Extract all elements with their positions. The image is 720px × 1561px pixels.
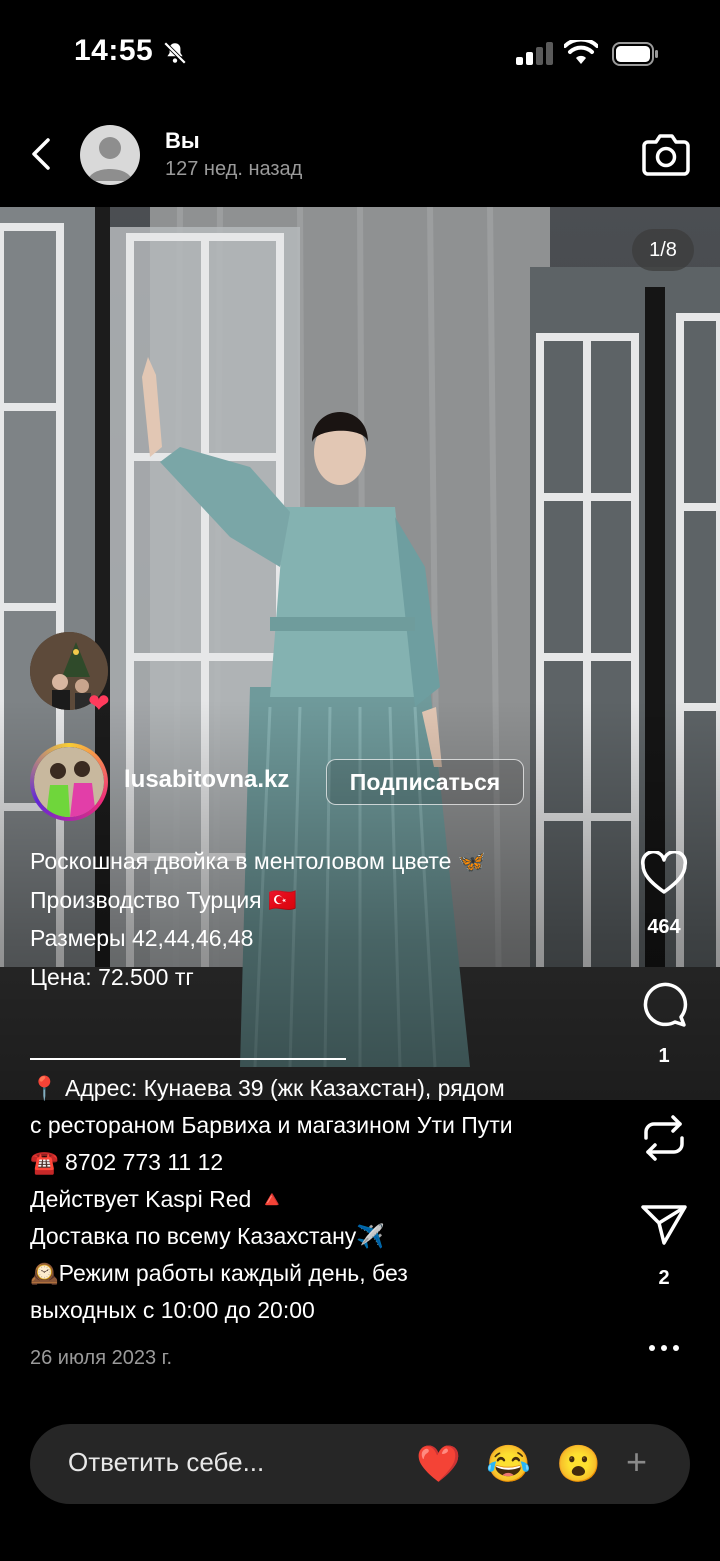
quick-reaction-heart[interactable]: ❤️ bbox=[416, 1442, 461, 1486]
more-options-icon[interactable] bbox=[640, 1340, 688, 1356]
follow-button[interactable]: Подписаться bbox=[326, 759, 524, 805]
wifi-icon bbox=[564, 40, 598, 64]
comment-bubble-icon[interactable] bbox=[640, 981, 688, 1029]
likes-count: 464 bbox=[647, 916, 681, 938]
caption-details: 📍 Адрес: Кунаева 39 (жк Казахстан), рядо… bbox=[30, 1070, 630, 1329]
author-avatar-image bbox=[34, 747, 104, 817]
quick-reaction-wow[interactable]: 😮 bbox=[556, 1442, 601, 1486]
send-share-icon[interactable] bbox=[640, 1203, 688, 1247]
like-heart-icon[interactable] bbox=[640, 851, 688, 895]
caption-line: Размеры 42,44,46,48 bbox=[30, 925, 254, 951]
caption-divider bbox=[30, 1058, 346, 1060]
story-owner-name: Вы bbox=[165, 128, 200, 153]
caption-block: Роскошная двойка в ментоловом цвете 🦋 Пр… bbox=[30, 842, 620, 996]
caption-line: 🕰️Режим работы каждый день, без bbox=[30, 1260, 408, 1286]
caption-line: Действует Kaspi Red 🔺 bbox=[30, 1186, 287, 1212]
story-timestamp: 127 нед. назад bbox=[165, 158, 303, 180]
repost-icon[interactable] bbox=[640, 1112, 688, 1164]
avatar[interactable] bbox=[80, 125, 140, 185]
bell-muted-icon bbox=[163, 41, 187, 65]
post-date: 26 июля 2023 г. bbox=[30, 1347, 173, 1369]
caption-line: Доставка по всему Казахстану✈️ bbox=[30, 1223, 385, 1249]
back-chevron-icon[interactable] bbox=[28, 136, 56, 172]
caption-line: Производство Турция 🇹🇷 bbox=[30, 886, 297, 913]
add-reaction-icon[interactable]: + bbox=[626, 1441, 647, 1483]
cellular-signal-icon bbox=[516, 42, 553, 65]
camera-icon[interactable] bbox=[642, 132, 690, 176]
shares-count: 2 bbox=[658, 1267, 670, 1289]
reply-input[interactable]: Ответить себе... bbox=[68, 1447, 264, 1478]
caption-line: Цена: 72.500 тг bbox=[30, 963, 194, 990]
caption-line: 📍 Адрес: Кунаева 39 (жк Казахстан), рядо… bbox=[30, 1075, 505, 1101]
caption-line: выходных с 10:00 до 20:00 bbox=[30, 1297, 315, 1323]
heart-badge-icon: ❤ bbox=[88, 688, 110, 718]
status-time: 14:55 bbox=[74, 34, 154, 67]
comments-count: 1 bbox=[658, 1045, 670, 1067]
caption-line: Роскошная двойка в ментоловом цвете 🦋 bbox=[30, 848, 487, 874]
caption-line: ☎️ 8702 773 11 12 bbox=[30, 1149, 224, 1175]
battery-icon bbox=[612, 42, 658, 66]
author-avatar[interactable] bbox=[34, 747, 104, 817]
caption-line: с рестораном Барвиха и магазином Ути Пут… bbox=[30, 1112, 513, 1138]
default-user-icon bbox=[88, 137, 132, 181]
author-username[interactable]: lusabitovna.kz bbox=[124, 766, 289, 794]
quick-reaction-laugh[interactable]: 😂 bbox=[486, 1442, 531, 1486]
photo-counter: 1/8 bbox=[632, 229, 694, 271]
